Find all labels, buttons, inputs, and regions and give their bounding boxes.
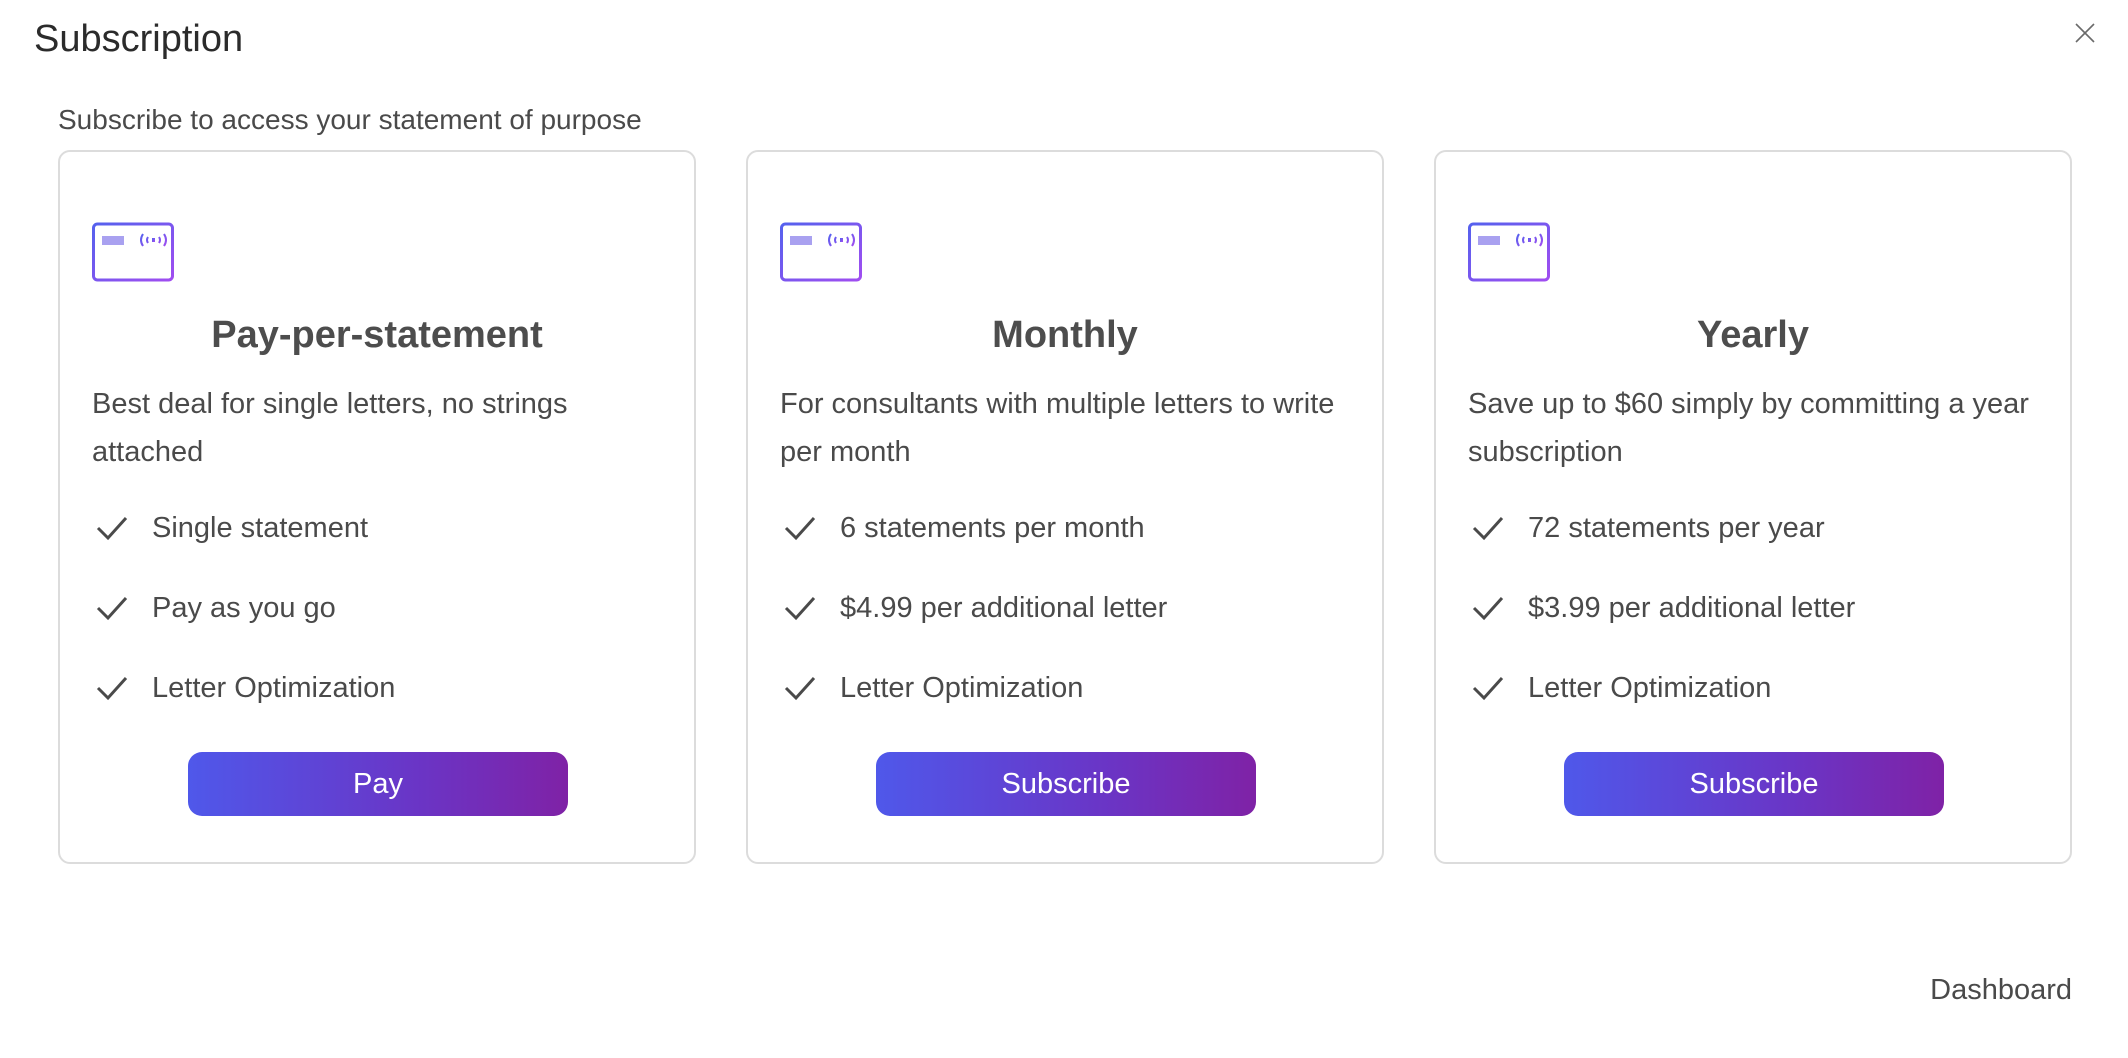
checkmark-icon [784, 596, 816, 621]
checkmark-icon [1472, 676, 1504, 701]
checkmark-icon [96, 516, 128, 541]
modal-title: Subscription [34, 18, 244, 60]
feature-label: Letter Optimization [1528, 671, 1772, 704]
feature-label: Pay as you go [152, 591, 336, 624]
feature-label: $3.99 per additional letter [1528, 591, 1856, 624]
plan-title: Yearly [1697, 314, 1809, 356]
plan-features: Single statement Pay as you go Letter Op… [92, 488, 682, 728]
feature-item: Single statement [92, 488, 682, 568]
feature-item: Letter Optimization [780, 648, 1370, 728]
checkmark-icon [96, 596, 128, 621]
payment-card-icon [1468, 216, 1550, 282]
plan-card-yearly: Yearly Save up to $60 simply by committi… [1434, 150, 2072, 864]
feature-label: 72 statements per year [1528, 511, 1825, 544]
close-icon[interactable] [2070, 18, 2100, 48]
plan-title: Pay-per-statement [211, 314, 543, 356]
checkmark-icon [784, 676, 816, 701]
feature-label: Letter Optimization [840, 671, 1084, 704]
modal-subtitle: Subscribe to access your statement of pu… [58, 104, 642, 135]
checkmark-icon [1472, 596, 1504, 621]
plan-features: 6 statements per month $4.99 per additio… [780, 488, 1370, 728]
feature-label: Single statement [152, 511, 369, 544]
feature-item: Letter Optimization [1468, 648, 2058, 728]
plan-description: Best deal for single letters, no strings… [92, 388, 568, 468]
subscribe-monthly-button[interactable]: Subscribe [876, 752, 1256, 816]
plan-card-monthly: Monthly For consultants with multiple le… [746, 150, 1384, 864]
feature-label: Letter Optimization [152, 671, 396, 704]
subscribe-yearly-button[interactable]: Subscribe [1564, 752, 1944, 816]
feature-label: $4.99 per additional letter [840, 591, 1168, 624]
plan-description: Save up to $60 simply by committing a ye… [1468, 388, 2029, 468]
checkmark-icon [96, 676, 128, 701]
plan-title: Monthly [992, 314, 1138, 356]
checkmark-icon [1472, 516, 1504, 541]
plan-card-pay-per-statement: Pay-per-statement Best deal for single l… [58, 150, 696, 864]
subscription-modal: Subscription Subscribe to access your st… [0, 0, 2128, 1058]
payment-card-icon [780, 216, 862, 282]
feature-item: $3.99 per additional letter [1468, 568, 2058, 648]
plan-features: 72 statements per year $3.99 per additio… [1468, 488, 2058, 728]
payment-card-icon [92, 216, 174, 282]
plan-description: For consultants with multiple letters to… [780, 388, 1335, 468]
plan-cards: Pay-per-statement Best deal for single l… [58, 150, 2072, 866]
dashboard-link[interactable]: Dashboard [1930, 974, 2072, 1007]
pay-button[interactable]: Pay [188, 752, 568, 816]
checkmark-icon [784, 516, 816, 541]
feature-item: $4.99 per additional letter [780, 568, 1370, 648]
feature-item: Letter Optimization [92, 648, 682, 728]
feature-item: Pay as you go [92, 568, 682, 648]
feature-item: 6 statements per month [780, 488, 1370, 568]
feature-label: 6 statements per month [840, 511, 1145, 544]
feature-item: 72 statements per year [1468, 488, 2058, 568]
